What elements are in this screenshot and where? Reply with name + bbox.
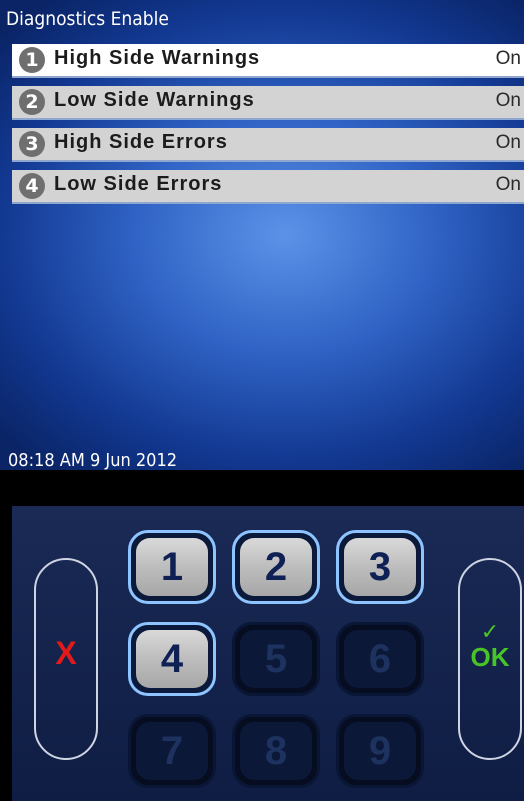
keypad-key-9: 9	[336, 714, 424, 788]
keypad-key-4[interactable]: 4	[128, 622, 216, 696]
menu-item-high-side-warnings[interactable]: 1 High Side Warnings On	[12, 44, 524, 78]
menu-item-label: High Side Warnings	[54, 47, 261, 69]
keypad-key-3[interactable]: 3	[336, 530, 424, 604]
key-label: 6	[344, 630, 416, 688]
menu-item-value: On	[495, 48, 521, 69]
key-label: 2	[240, 538, 312, 596]
key-label: 7	[136, 722, 208, 780]
item-number-badge: 2	[19, 89, 45, 115]
ok-button[interactable]: ✓ OK	[458, 558, 522, 760]
menu-item-low-side-errors[interactable]: 4 Low Side Errors On	[12, 170, 524, 204]
cancel-button[interactable]: X	[34, 558, 98, 760]
page-title: Diagnostics Enable	[6, 8, 169, 30]
key-label: 3	[344, 538, 416, 596]
keypad-key-8: 8	[232, 714, 320, 788]
menu-item-value: On	[495, 174, 521, 195]
menu-item-label: Low Side Warnings	[54, 89, 255, 111]
menu-item-label: Low Side Errors	[54, 173, 223, 195]
keypad-key-6: 6	[336, 622, 424, 696]
key-label: 1	[136, 538, 208, 596]
menu-item-value: On	[495, 90, 521, 111]
display-screen: Diagnostics Enable 1 High Side Warnings …	[0, 0, 524, 470]
keypad-key-5: 5	[232, 622, 320, 696]
key-label: 8	[240, 722, 312, 780]
keypad-key-1[interactable]: 1	[128, 530, 216, 604]
cancel-x-icon: X	[55, 635, 77, 671]
keypad-key-2[interactable]: 2	[232, 530, 320, 604]
datetime-status: 08:18 AM 9 Jun 2012	[8, 450, 178, 470]
item-number-badge: 3	[19, 131, 45, 157]
item-number-badge: 1	[19, 47, 45, 73]
menu-item-low-side-warnings[interactable]: 2 Low Side Warnings On	[12, 86, 524, 120]
menu-item-high-side-errors[interactable]: 3 High Side Errors On	[12, 128, 524, 162]
key-label: 9	[344, 722, 416, 780]
ok-label: OK	[470, 642, 510, 672]
key-label: 5	[240, 630, 312, 688]
menu-item-value: On	[495, 132, 521, 153]
item-number-badge: 4	[19, 173, 45, 199]
divider-bar	[0, 470, 524, 506]
menu-item-label: High Side Errors	[54, 131, 228, 153]
key-label: 4	[136, 630, 208, 688]
keypad-key-7: 7	[128, 714, 216, 788]
